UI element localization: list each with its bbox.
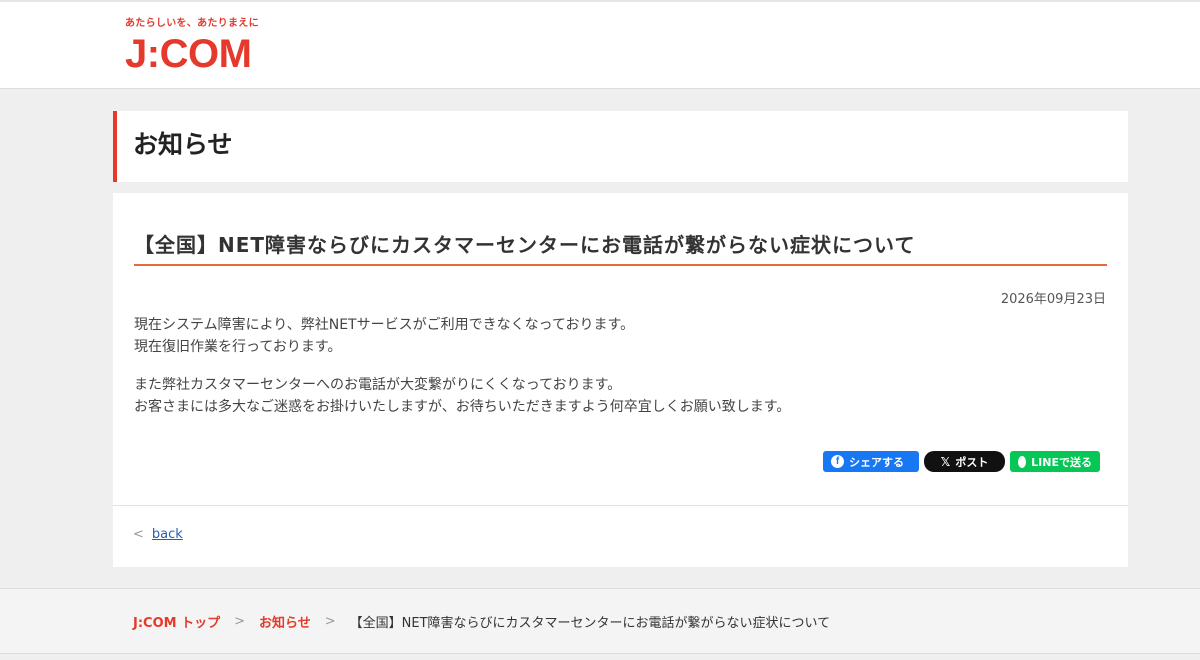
- logo-mark: J:COM: [125, 32, 252, 76]
- breadcrumb-current: 【全国】NET障害ならびにカスタマーセンターにお電話が繋がらない症状について: [349, 616, 831, 631]
- article-date: 2026年09月23日: [1000, 292, 1106, 307]
- page-title: お知らせ: [133, 130, 233, 159]
- article-paragraph: 現在システム障害により、弊社NETサービスがご利用できなくなっております。 現在…: [134, 314, 1094, 358]
- line-send-button[interactable]: LINEで送る: [1010, 451, 1100, 472]
- x-post-label: ポスト: [955, 455, 989, 469]
- breadcrumb-item-news[interactable]: お知らせ: [259, 612, 311, 631]
- paragraph-line: また弊社カスタマーセンターへのお電話が大変繋がりにくくなっております。: [134, 377, 622, 393]
- breadcrumb-item-top[interactable]: J:COM トップ: [133, 612, 220, 631]
- article-title: 【全国】NET障害ならびにカスタマーセンターにお電話が繋がらない症状について: [134, 233, 916, 257]
- title-underline: [134, 264, 1107, 266]
- breadcrumb-bar: J:COM トップ > お知らせ > 【全国】NET障害ならびにカスタマーセンタ…: [0, 588, 1200, 654]
- article-card: 【全国】NET障害ならびにカスタマーセンターにお電話が繋がらない症状について 2…: [113, 193, 1128, 567]
- site-header: あたらしいを、あたりまえに J:COM: [0, 0, 1200, 89]
- chevron-right-icon: >: [234, 614, 245, 629]
- back-link[interactable]: back: [152, 527, 183, 542]
- back-nav: < back: [133, 527, 183, 542]
- share-buttons: f シェアする 𝕏 ポスト LINEで送る: [823, 451, 1100, 472]
- breadcrumb: J:COM トップ > お知らせ > 【全国】NET障害ならびにカスタマーセンタ…: [133, 612, 830, 631]
- section-divider: [113, 505, 1128, 506]
- logo-tagline: あたらしいを、あたりまえに: [125, 18, 259, 29]
- x-icon: 𝕏: [940, 454, 951, 469]
- jcom-logo[interactable]: あたらしいを、あたりまえに J:COM: [125, 14, 265, 80]
- paragraph-line: 現在システム障害により、弊社NETサービスがご利用できなくなっております。: [134, 317, 635, 333]
- page-title-box: お知らせ: [113, 111, 1128, 182]
- facebook-icon: f: [831, 455, 844, 468]
- facebook-share-label: シェアする: [849, 455, 904, 469]
- line-send-label: LINEで送る: [1031, 455, 1092, 469]
- article-paragraph: また弊社カスタマーセンターへのお電話が大変繋がりにくくなっております。 お客さま…: [134, 374, 1094, 418]
- chevron-left-icon: <: [133, 527, 144, 542]
- paragraph-line: お客さまには多大なご迷惑をお掛けいたしますが、お待ちいただきますよう何卒宜しくお…: [134, 399, 791, 415]
- line-icon: [1018, 455, 1027, 468]
- x-post-button[interactable]: 𝕏 ポスト: [924, 451, 1005, 472]
- facebook-share-button[interactable]: f シェアする: [823, 451, 919, 472]
- paragraph-line: 現在復旧作業を行っております。: [134, 339, 342, 355]
- chevron-right-icon: >: [324, 614, 336, 629]
